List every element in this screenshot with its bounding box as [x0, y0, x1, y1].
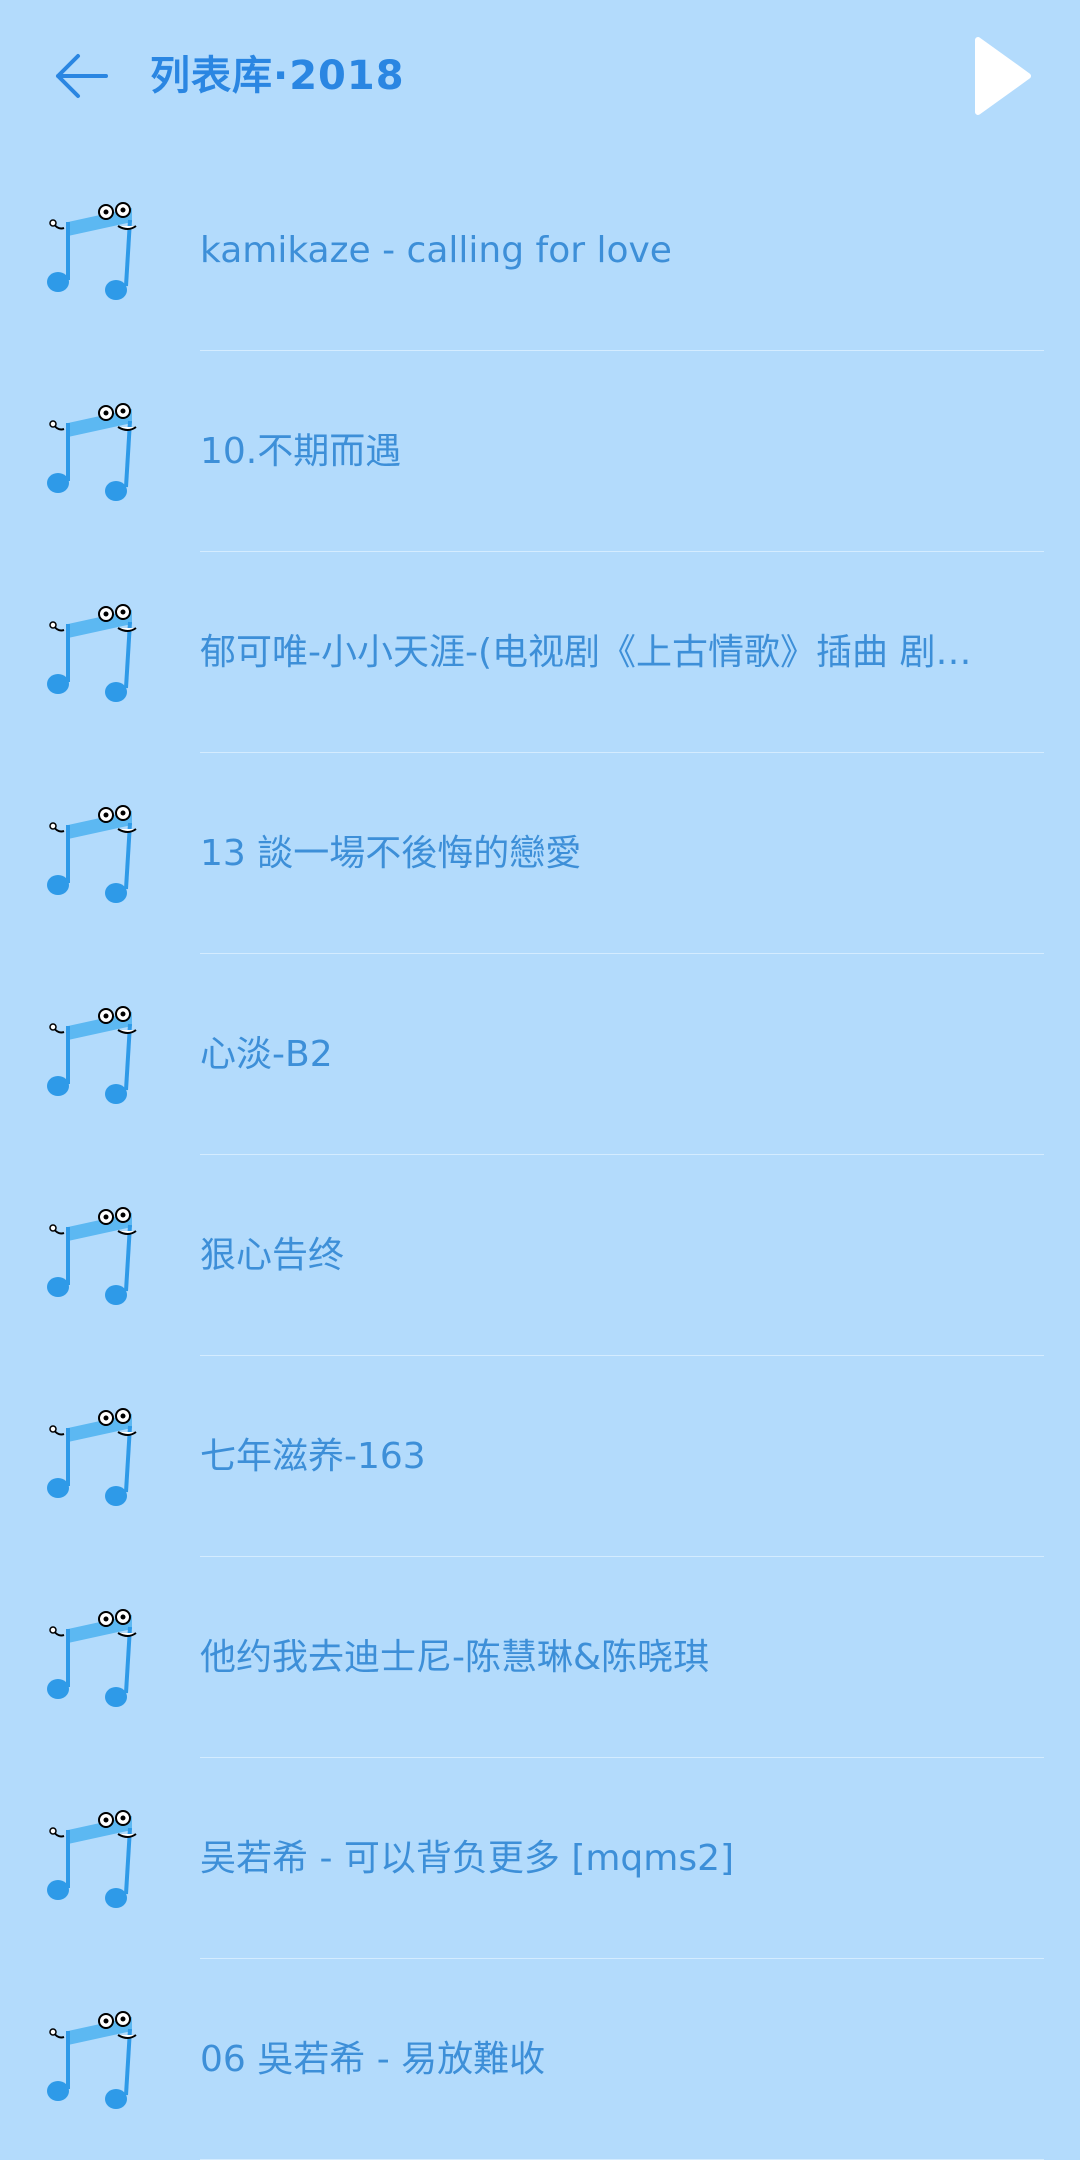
music-note-icon	[44, 2009, 150, 2109]
song-item[interactable]: 他约我去迪士尼-陈慧琳&陈晓琪	[0, 1557, 1080, 1758]
song-title: 郁可唯-小小天涯-(电视剧《上古情歌》插曲 剧…	[200, 632, 972, 673]
arrow-left-icon	[56, 54, 108, 98]
music-note-icon	[44, 1406, 150, 1506]
song-item[interactable]: 06 吳若希 - 易放難收	[0, 1959, 1080, 2160]
song-item[interactable]: 13 談一場不後悔的戀愛	[0, 753, 1080, 954]
music-note-icon	[44, 1607, 150, 1707]
song-title: 他约我去迪士尼-陈慧琳&陈晓琪	[200, 1637, 710, 1678]
song-item[interactable]: 心淡-B2	[0, 954, 1080, 1155]
song-item[interactable]: 10.不期而遇	[0, 351, 1080, 552]
song-title: 06 吳若希 - 易放難收	[200, 2039, 546, 2080]
page-title: 列表库·2018	[150, 53, 405, 99]
song-item[interactable]: 郁可唯-小小天涯-(电视剧《上古情歌》插曲 剧…	[0, 552, 1080, 753]
song-item[interactable]: 七年滋养-163	[0, 1356, 1080, 1557]
song-title: 狠心告终	[200, 1235, 345, 1276]
song-title: 心淡-B2	[200, 1034, 333, 1075]
song-title: 吴若希 - 可以背负更多 [mqms2]	[200, 1838, 735, 1879]
play-icon	[975, 37, 1031, 115]
song-title: kamikaze - calling for love	[200, 230, 672, 271]
song-item[interactable]: 狠心告终	[0, 1155, 1080, 1356]
music-note-icon	[44, 1004, 150, 1104]
song-title: 七年滋养-163	[200, 1436, 426, 1477]
app-header: 列表库·2018	[0, 0, 1080, 150]
music-note-icon	[44, 401, 150, 501]
music-note-icon	[44, 1808, 150, 1908]
song-list: kamikaze - calling for love 10.不期而遇 郁可唯-…	[0, 150, 1080, 2160]
song-title: 10.不期而遇	[200, 431, 402, 472]
song-title: 13 談一場不後悔的戀愛	[200, 833, 582, 874]
music-note-icon	[44, 1205, 150, 1305]
back-button[interactable]	[42, 40, 120, 112]
music-note-icon	[44, 803, 150, 903]
music-note-icon	[44, 602, 150, 702]
play-all-button[interactable]	[968, 34, 1036, 118]
song-item[interactable]: 吴若希 - 可以背负更多 [mqms2]	[0, 1758, 1080, 1959]
song-item[interactable]: kamikaze - calling for love	[0, 150, 1080, 351]
music-note-icon	[44, 200, 150, 300]
